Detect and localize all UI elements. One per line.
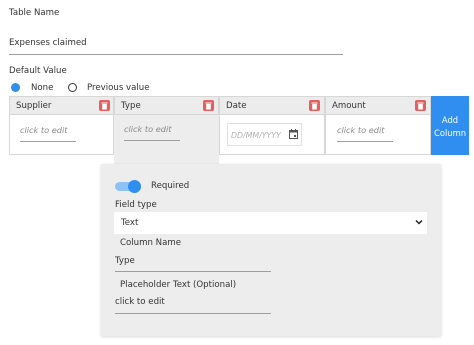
- placeholder-text-value: click to edit: [115, 297, 165, 307]
- radio-previous-value[interactable]: [68, 83, 77, 92]
- cell-underline: [20, 141, 76, 142]
- column-name: Date: [226, 101, 247, 111]
- trash-icon[interactable]: [99, 100, 110, 111]
- column-name: Supplier: [16, 101, 52, 111]
- field-type-value: Text: [121, 218, 139, 228]
- table-name-value: Expenses claimed: [9, 38, 87, 48]
- required-label: Required: [151, 181, 190, 191]
- radio-none[interactable]: [11, 83, 20, 92]
- radio-previous-label: Previous value: [87, 83, 150, 93]
- column-cell-supplier[interactable]: click to edit: [9, 115, 114, 155]
- column-name-value: Type: [115, 256, 135, 266]
- cell-placeholder: click to edit: [124, 124, 172, 134]
- column-name: Type: [121, 101, 141, 111]
- trash-icon[interactable]: [309, 100, 320, 111]
- column-header-type: Type: [114, 96, 219, 115]
- cell-underline: [337, 141, 393, 142]
- column-cell-amount[interactable]: click to edit: [325, 115, 431, 155]
- table-name-label: Table Name: [9, 8, 60, 18]
- column-header-amount: Amount: [325, 96, 431, 115]
- calendar-icon[interactable]: [289, 129, 298, 142]
- column-name: Amount: [332, 101, 366, 111]
- toggle-knob: [128, 180, 141, 193]
- chevron-down-icon: [415, 218, 423, 229]
- cell-underline: [124, 140, 180, 141]
- column-cell-type[interactable]: click to edit: [114, 115, 219, 155]
- trash-icon[interactable]: [415, 100, 426, 111]
- column-cell-date: DD/MM/YYYY: [219, 115, 325, 155]
- radio-none-label: None: [31, 83, 54, 93]
- column-name-label: Column Name: [120, 238, 181, 248]
- placeholder-text-label: Placeholder Text (Optional): [120, 280, 237, 290]
- required-toggle[interactable]: [115, 180, 143, 193]
- add-column-button[interactable]: Add Column: [431, 96, 469, 155]
- trash-icon[interactable]: [203, 100, 214, 111]
- table-name-input[interactable]: Expenses claimed: [9, 36, 343, 55]
- column-name-input[interactable]: Type: [115, 254, 271, 272]
- column-header-date: Date: [219, 96, 325, 115]
- default-value-label: Default Value: [9, 66, 67, 76]
- field-type-select[interactable]: Text: [114, 212, 427, 234]
- add-column-label: Add Column: [434, 115, 467, 138]
- date-placeholder: DD/MM/YYYY: [231, 131, 281, 140]
- placeholder-text-input[interactable]: click to edit: [115, 295, 271, 314]
- date-input[interactable]: DD/MM/YYYY: [227, 123, 302, 146]
- cell-placeholder: click to edit: [20, 125, 68, 135]
- field-type-label: Field type: [115, 200, 157, 210]
- cell-placeholder: click to edit: [337, 125, 385, 135]
- column-header-supplier: Supplier: [9, 96, 114, 115]
